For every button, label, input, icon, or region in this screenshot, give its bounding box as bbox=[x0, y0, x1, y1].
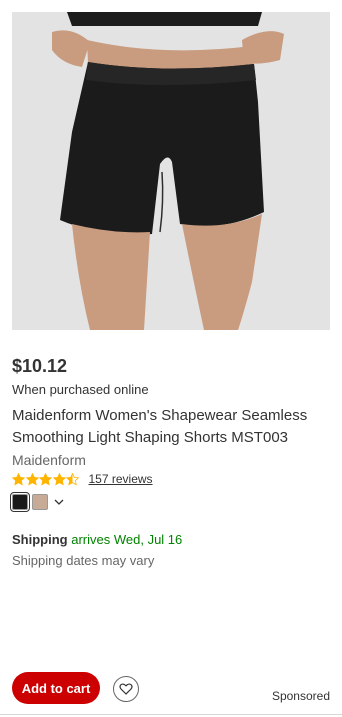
product-card: $10.12 When purchased online Maidenform … bbox=[0, 0, 342, 717]
sponsored-label: Sponsored bbox=[271, 689, 330, 703]
shipping-label: Shipping bbox=[12, 532, 68, 547]
add-to-cart-button[interactable]: Add to cart bbox=[12, 672, 100, 704]
star-icon bbox=[12, 472, 25, 485]
black-swatch[interactable] bbox=[10, 492, 30, 512]
star-rating bbox=[12, 472, 80, 486]
shipping-note: Shipping dates may vary bbox=[12, 553, 155, 568]
star-icon bbox=[66, 472, 79, 485]
chevron-down-icon[interactable] bbox=[53, 496, 65, 508]
nude-swatch[interactable] bbox=[32, 494, 48, 510]
product-image[interactable] bbox=[12, 12, 330, 330]
shipping-date: arrives Wed, Jul 16 bbox=[71, 532, 183, 547]
rating: 157 reviews bbox=[12, 471, 153, 487]
price: $10.12 bbox=[12, 356, 68, 376]
color-swatches bbox=[10, 492, 65, 512]
price-note: When purchased online bbox=[12, 382, 149, 397]
shipping-info: Shipping arrives Wed, Jul 16 bbox=[12, 531, 182, 548]
star-icon bbox=[39, 472, 52, 485]
product-photo bbox=[12, 12, 330, 330]
divider bbox=[0, 714, 342, 715]
star-icon bbox=[25, 472, 39, 485]
favorite-button[interactable] bbox=[113, 676, 139, 702]
brand-name[interactable]: Maidenform bbox=[12, 451, 86, 469]
heart-icon bbox=[119, 683, 133, 695]
product-title[interactable]: Maidenform Women's Shapewear Seamless Sm… bbox=[12, 405, 334, 449]
reviews-link[interactable]: 157 reviews bbox=[89, 471, 153, 487]
star-icon bbox=[52, 472, 66, 485]
